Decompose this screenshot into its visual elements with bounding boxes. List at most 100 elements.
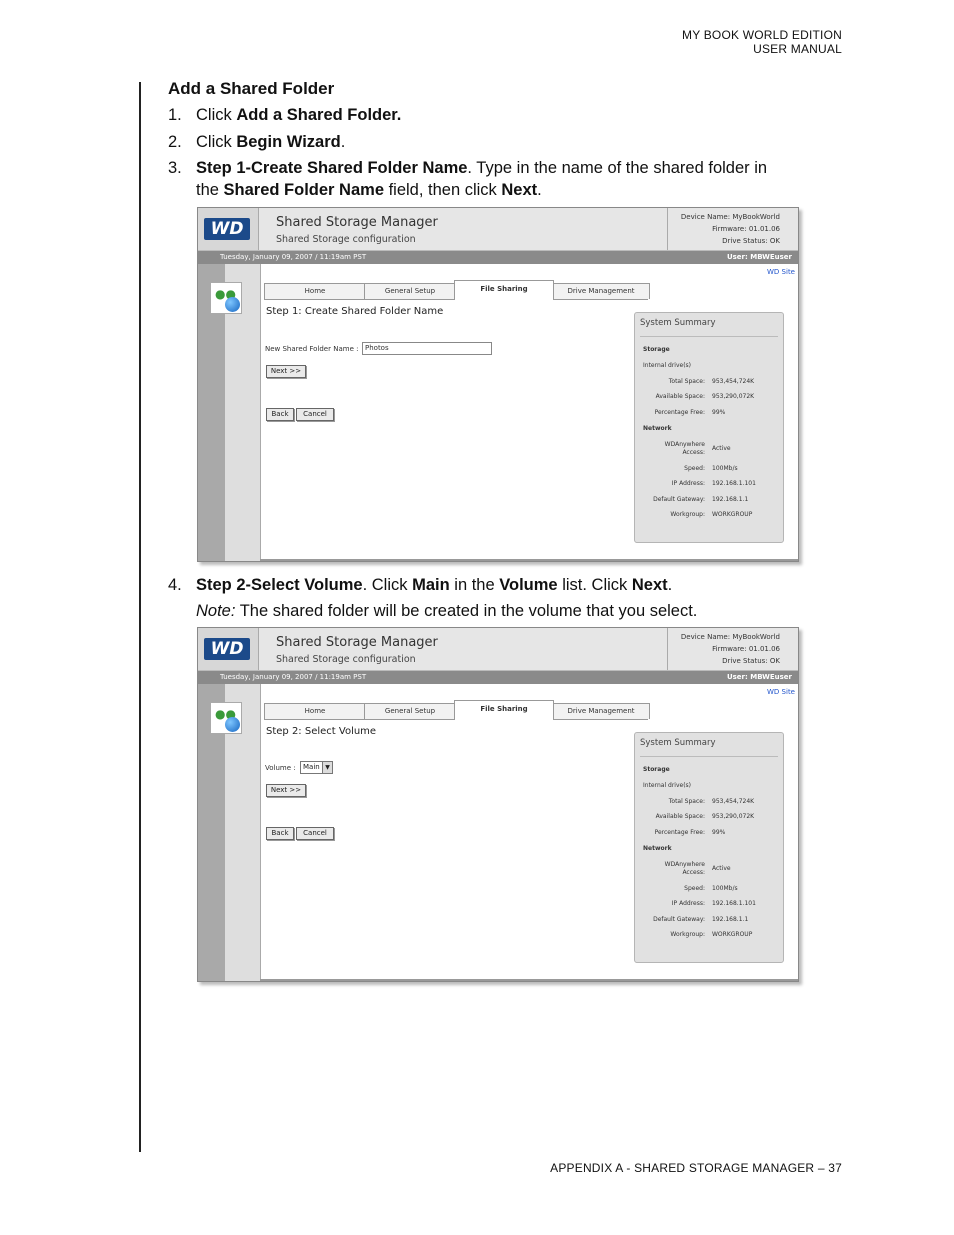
total-space-value: 953,454,724K xyxy=(712,798,755,805)
app-subtitle: Shared Storage configuration xyxy=(276,654,416,665)
step-text: . Click xyxy=(362,576,413,594)
total-space-label: Total Space: xyxy=(668,378,705,385)
wd-site-link[interactable]: WD Site xyxy=(767,688,795,696)
step-number: 1. xyxy=(168,106,182,124)
gateway-label: Default Gateway: xyxy=(653,496,705,503)
summary-divider xyxy=(640,336,778,337)
step-bold-text: Step 1-Create Shared Folder Name xyxy=(196,159,468,177)
workgroup-label: Workgroup: xyxy=(670,511,705,518)
step-bold-text: Shared Folder Name xyxy=(223,181,384,199)
users-globe-icon: ●● xyxy=(210,282,242,314)
tab-home[interactable]: Home xyxy=(264,703,366,719)
device-name: Device Name: MyBookWorld xyxy=(680,213,780,221)
tab-general-setup[interactable]: General Setup xyxy=(364,283,456,299)
firmware: Firmware: 01.01.06 xyxy=(712,225,780,233)
user-label: User: MBWEuser xyxy=(726,673,792,681)
firmware: Firmware: 01.01.06 xyxy=(712,645,780,653)
step-text: field, then click xyxy=(384,181,502,199)
step-title: Step 1: Create Shared Folder Name xyxy=(266,306,444,317)
app-title: Shared Storage Manager xyxy=(276,215,438,230)
wdanywhere-value: Active xyxy=(712,865,731,872)
percentage-free-value: 99% xyxy=(712,409,726,416)
users-globe-icon: ●● xyxy=(210,702,242,734)
next-button[interactable]: Next >> xyxy=(266,365,306,378)
access-label: Access: xyxy=(682,449,705,456)
ip-address-value: 192.168.1.101 xyxy=(712,900,756,907)
device-info: Device Name: MyBookWorld Firmware: 01.01… xyxy=(667,628,798,670)
total-space-value: 953,454,724K xyxy=(712,378,755,385)
folder-name-input[interactable]: Photos xyxy=(362,342,492,355)
device-info: Device Name: MyBookWorld Firmware: 01.01… xyxy=(667,208,798,250)
wdanywhere-value: Active xyxy=(712,445,731,452)
device-name: Device Name: MyBookWorld xyxy=(680,633,780,641)
ip-address-label: IP Address: xyxy=(671,900,705,907)
cancel-button[interactable]: Cancel xyxy=(296,408,334,421)
step-title: Step 2: Select Volume xyxy=(266,726,377,737)
workgroup-value: WORKGROUP xyxy=(712,511,753,518)
volume-select[interactable]: Main ▼ xyxy=(300,761,333,774)
ip-address-value: 192.168.1.101 xyxy=(712,480,756,487)
tab-general-setup[interactable]: General Setup xyxy=(364,703,456,719)
volume-label: Volume : xyxy=(265,764,296,772)
back-button[interactable]: Back xyxy=(266,408,294,421)
volume-select-value: Main xyxy=(303,763,320,771)
tab-drive-management[interactable]: Drive Management xyxy=(552,703,650,719)
step-bold-text: Volume xyxy=(499,576,558,594)
step-text: . xyxy=(340,133,346,151)
step-1: 1. Click Add a Shared Folder. xyxy=(168,104,401,126)
summary-title: System Summary xyxy=(640,738,716,748)
app-header: WD Shared Storage Manager Shared Storage… xyxy=(198,628,798,671)
gateway-value: 192.168.1.1 xyxy=(712,496,749,503)
step-bold-text: Next xyxy=(501,181,538,199)
cancel-button[interactable]: Cancel xyxy=(296,827,334,840)
speed-label: Speed: xyxy=(684,465,705,472)
step-bold-text: Step 2-Select Volume xyxy=(196,576,363,594)
note: Note: The shared folder will be created … xyxy=(168,600,697,622)
step-bold-text: Main xyxy=(412,576,450,594)
wdanywhere-label: WDAnywhere xyxy=(664,441,705,448)
chevron-down-icon[interactable]: ▼ xyxy=(322,762,332,773)
wd-logo: WD xyxy=(204,218,250,240)
app-title: Shared Storage Manager xyxy=(276,635,438,650)
gateway-label: Default Gateway: xyxy=(653,916,705,923)
step-number: 4. xyxy=(168,576,182,594)
step-4: 4. Step 2-Select Volume. Click Main in th… xyxy=(168,574,697,622)
available-space-value: 953,290,072K xyxy=(712,813,755,820)
wd-site-link[interactable]: WD Site xyxy=(767,268,795,276)
bottom-border xyxy=(260,559,798,561)
tab-file-sharing[interactable]: File Sharing xyxy=(454,700,554,720)
system-summary: System Summary Storage Internal drive(s)… xyxy=(634,732,784,963)
status-bar: Tuesday, January 09, 2007 / 11:19am PST … xyxy=(198,251,798,264)
step-number: 2. xyxy=(168,133,182,151)
tab-drive-management[interactable]: Drive Management xyxy=(552,283,650,299)
folder-name-label: New Shared Folder Name : xyxy=(265,345,359,353)
screenshot-step-2: WD Shared Storage Manager Shared Storage… xyxy=(197,627,799,982)
internal-drives-label: Internal drive(s) xyxy=(643,362,692,369)
status-bar: Tuesday, January 09, 2007 / 11:19am PST … xyxy=(198,671,798,684)
total-space-label: Total Space: xyxy=(668,798,705,805)
note-label: Note: xyxy=(196,602,236,620)
next-button[interactable]: Next >> xyxy=(266,784,306,797)
speed-value: 100Mb/s xyxy=(712,465,738,472)
step-text: . xyxy=(537,181,542,199)
header-line-1: MY BOOK WORLD EDITION xyxy=(682,28,842,42)
margin-rule xyxy=(139,82,141,1152)
page-footer: APPENDIX A - SHARED STORAGE MANAGER – 37 xyxy=(550,1161,842,1175)
wd-logo: WD xyxy=(204,638,250,660)
back-button[interactable]: Back xyxy=(266,827,294,840)
logo-area: WD xyxy=(198,208,259,250)
percentage-free-label: Percentage Free: xyxy=(654,829,705,836)
workgroup-label: Workgroup: xyxy=(670,931,705,938)
step-text: . xyxy=(667,576,673,594)
header-line-2: USER MANUAL xyxy=(753,42,842,56)
step-text: list. Click xyxy=(557,576,632,594)
step-2: 2. Click Begin Wizard. xyxy=(168,131,345,153)
tab-home[interactable]: Home xyxy=(264,283,366,299)
tab-file-sharing[interactable]: File Sharing xyxy=(454,280,554,300)
step-bold-text: Next xyxy=(631,576,668,594)
summary-title: System Summary xyxy=(640,318,716,328)
drive-status: Drive Status: OK xyxy=(722,237,780,245)
step-text: Click xyxy=(196,106,237,124)
app-subtitle: Shared Storage configuration xyxy=(276,234,416,245)
step-3: 3. Step 1-Create Shared Folder Name. Type… xyxy=(168,157,767,201)
